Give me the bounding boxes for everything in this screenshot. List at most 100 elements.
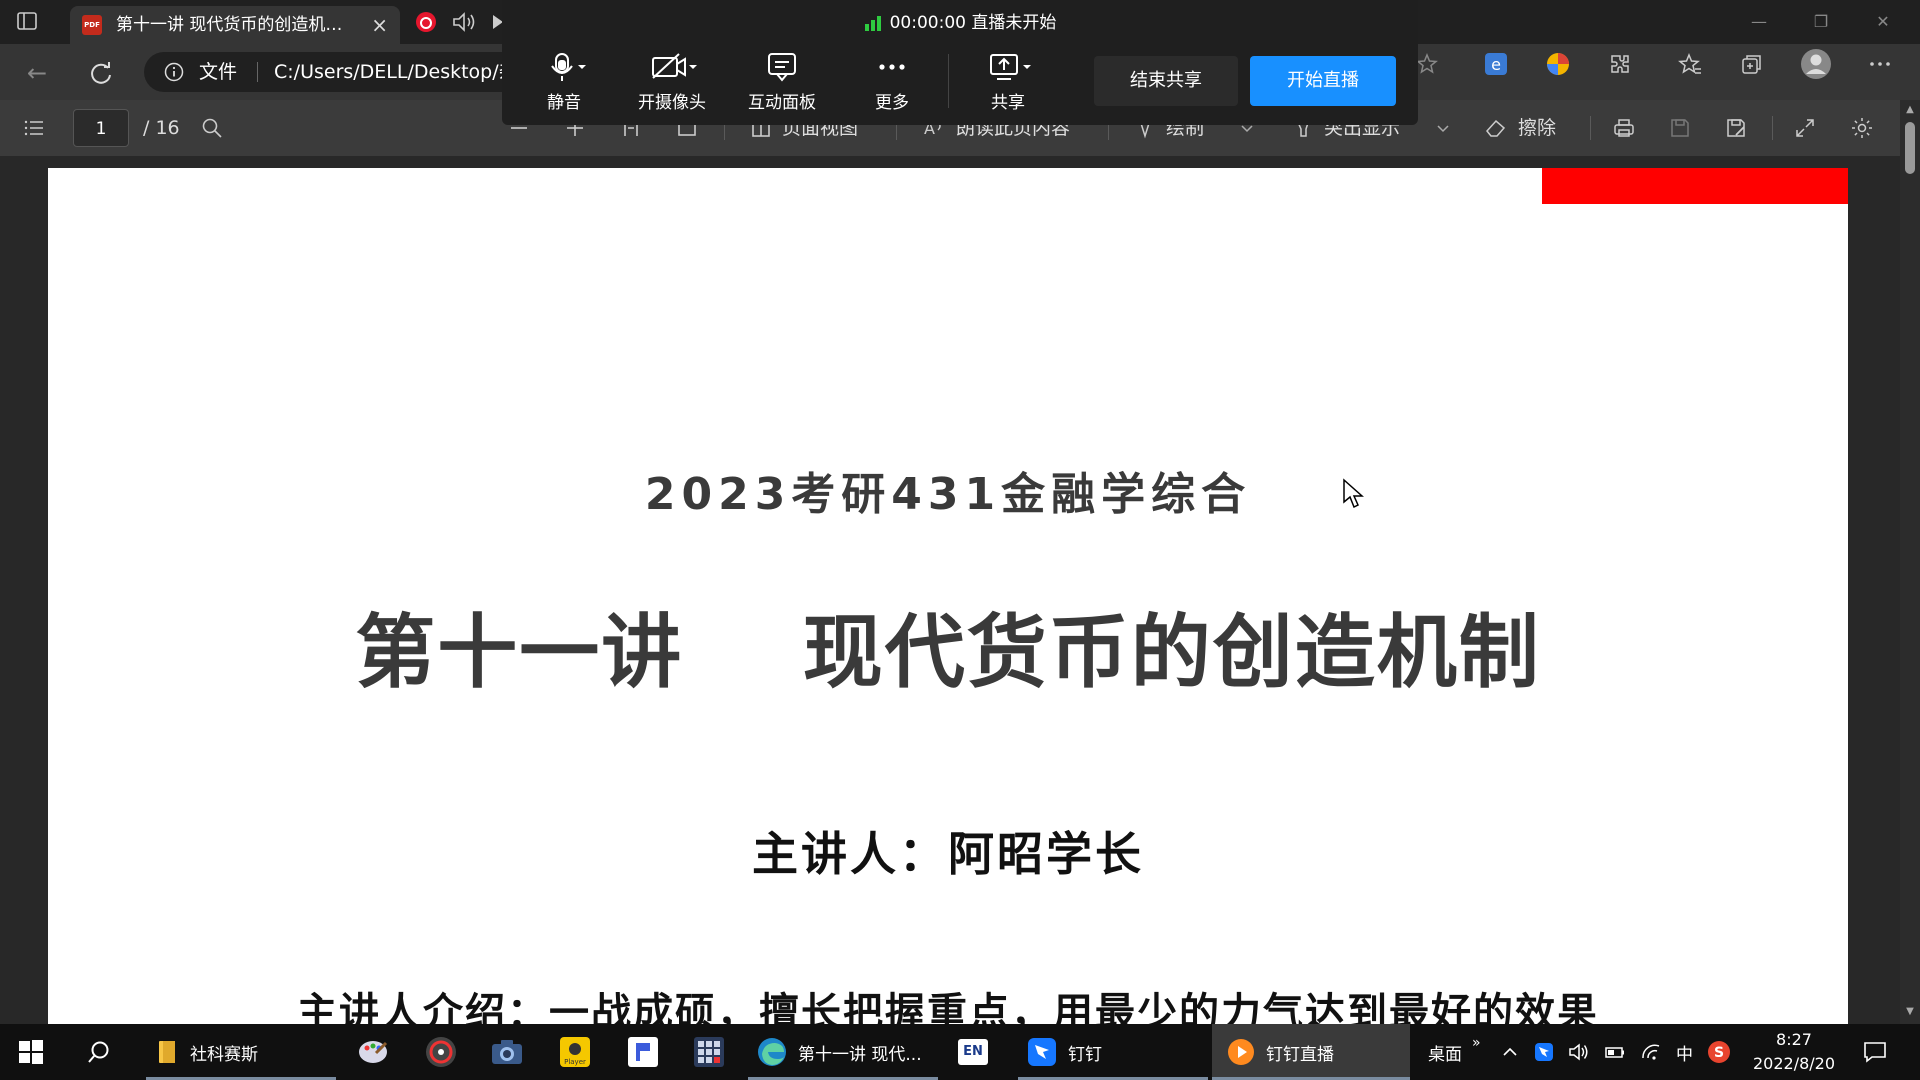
doc-subtitle: 2023考研431金融学综合 [644, 469, 1252, 520]
search-taskbar-icon[interactable] [86, 1024, 112, 1080]
scrollbar-thumb[interactable] [1905, 122, 1915, 174]
profile-avatar-icon[interactable] [1796, 44, 1836, 84]
en-badge[interactable]: EN [958, 1024, 988, 1080]
search-icon[interactable] [200, 100, 224, 156]
page-number-input[interactable]: 1 [73, 109, 129, 147]
dingtalk-label: 钉钉 [1068, 1044, 1102, 1065]
start-live-button[interactable]: 开始直播 [1250, 56, 1396, 106]
settings-gear-icon[interactable] [1850, 100, 1874, 156]
tray-dingtalk-icon[interactable] [1534, 1042, 1554, 1062]
minimize-button[interactable]: — [1728, 0, 1790, 44]
dinglive-icon [1228, 1039, 1254, 1065]
share-button[interactable]: 共享 [968, 50, 1048, 113]
favorites-icon[interactable] [1670, 44, 1710, 84]
taskbar-edge[interactable]: 第十一讲 现代... [748, 1024, 938, 1080]
svg-text:e: e [1491, 55, 1501, 74]
en-badge-text: EN [958, 1039, 988, 1065]
start-windows-icon[interactable] [18, 1024, 44, 1080]
extensions-icon[interactable] [1600, 44, 1640, 84]
dingtalk-icon [1028, 1038, 1056, 1066]
potplayer-icon[interactable]: Player [558, 1024, 592, 1080]
tray-chevron-up-icon[interactable] [1500, 1042, 1520, 1062]
edge-browser-icon [758, 1038, 786, 1066]
ime-language[interactable]: 中 [1676, 1040, 1693, 1065]
weibo-icon [416, 12, 436, 32]
toolbar-expand-icon[interactable]: » [1472, 1035, 1481, 1051]
clock[interactable]: 8:27 2022/8/20 [1744, 1028, 1844, 1076]
restore-button[interactable]: ❐ [1790, 0, 1852, 44]
screen-share-icon [990, 54, 1031, 80]
chat-panel-icon [768, 53, 796, 82]
close-tab-icon[interactable]: × [371, 6, 388, 44]
desktop-toolbar[interactable]: 桌面 » [1428, 1024, 1481, 1080]
notes-app-icon[interactable] [626, 1024, 660, 1080]
camera-label: 开摄像头 [638, 93, 706, 113]
tab-actions-icon[interactable] [16, 10, 50, 34]
vertical-scrollbar[interactable]: ▲ ▼ [1900, 100, 1920, 1024]
taskbar-folder[interactable]: 社科赛斯 [146, 1024, 336, 1080]
pdf-page: 2023考研431金融学综合 第十一讲 现代货币的创造机制 主讲人：阿昭学长 主… [48, 168, 1848, 1024]
camera-off-icon [652, 53, 697, 79]
close-window-button[interactable]: ✕ [1852, 0, 1914, 44]
tab-title: 第十一讲 现代货币的创造机制.pdf [116, 15, 351, 35]
interactive-panel-button[interactable]: 互动面板 [742, 50, 822, 113]
sogou-ime-icon[interactable]: S [1707, 1040, 1731, 1064]
second-tab[interactable] [415, 8, 505, 36]
wifi-icon[interactable] [1640, 1042, 1662, 1062]
extension-color-icon[interactable] [1538, 44, 1578, 84]
music-player-icon[interactable] [424, 1024, 458, 1080]
save-as-icon[interactable] [1724, 100, 1748, 156]
eraser-icon [1486, 119, 1506, 137]
windows-taskbar: 社科赛斯 Player 第十一讲 现代... EN 钉钉 钉钉直播 桌面 » 中… [0, 1024, 1920, 1080]
fullscreen-icon[interactable] [1794, 100, 1816, 156]
svg-text:S: S [1714, 1045, 1724, 1061]
ie-mode-icon[interactable]: e [1476, 44, 1516, 84]
collections-icon[interactable] [1732, 44, 1772, 84]
more-button[interactable]: 更多 [852, 50, 932, 113]
highlight-options-chevron-down-icon[interactable] [1436, 100, 1450, 156]
back-icon[interactable]: ← [22, 58, 52, 88]
mute-button[interactable]: 静音 [524, 50, 604, 113]
speaker-icon[interactable] [451, 11, 477, 33]
scroll-up-icon[interactable]: ▲ [1904, 104, 1916, 116]
volume-icon[interactable] [1568, 1042, 1590, 1062]
page-total: / 16 [143, 117, 180, 139]
more-dots-icon [879, 64, 905, 70]
svg-text:Player: Player [564, 1058, 586, 1066]
erase-button[interactable]: 擦除 [1484, 100, 1556, 156]
taskbar-dinglive[interactable]: 钉钉直播 [1212, 1024, 1410, 1080]
info-icon[interactable] [164, 62, 184, 82]
divider [1590, 116, 1591, 140]
save-icon[interactable] [1668, 100, 1692, 156]
tab-pdf[interactable]: PDF 第十一讲 现代货币的创造机制.pdf × [70, 6, 400, 44]
notification-center-icon[interactable] [1862, 1024, 1888, 1080]
doc-intro: 主讲人介绍：一战成硕，擅长把握重点，用最少的力气达到最好的效果 [297, 990, 1599, 1024]
microphone-icon [551, 53, 586, 81]
file-label: 文件 [199, 61, 238, 83]
contents-icon[interactable] [22, 100, 46, 156]
clock-time: 8:27 [1776, 1030, 1812, 1049]
taskbar-dingtalk[interactable]: 钉钉 [1018, 1024, 1208, 1080]
signal-icon [864, 16, 881, 31]
mouse-cursor-icon [1343, 478, 1364, 509]
refresh-icon[interactable] [86, 58, 116, 88]
more-menu-icon[interactable] [1860, 44, 1900, 84]
calculator-grid-icon[interactable] [692, 1024, 726, 1080]
camera-app-icon[interactable] [490, 1024, 524, 1080]
divider [1772, 116, 1773, 140]
camera-button[interactable]: 开摄像头 [632, 50, 712, 113]
red-banner [1542, 168, 1848, 204]
paint-app-icon[interactable] [356, 1024, 390, 1080]
mute-label: 静音 [547, 93, 581, 113]
doc-title: 第十一讲 现代货币的创造机制 [355, 606, 1541, 699]
end-share-button[interactable]: 结束共享 [1094, 56, 1238, 106]
panel-label: 互动面板 [748, 93, 816, 113]
print-icon[interactable] [1612, 100, 1636, 156]
url-text: C:/Users/DELL/Desktop/杂 [274, 61, 518, 83]
erase-label: 擦除 [1518, 117, 1557, 139]
scroll-down-icon[interactable]: ▼ [1904, 1006, 1916, 1018]
folder-icon [159, 1041, 175, 1063]
pdf-viewport[interactable]: 2023考研431金融学综合 第十一讲 现代货币的创造机制 主讲人：阿昭学长 主… [0, 156, 1900, 1024]
battery-icon[interactable] [1604, 1042, 1626, 1062]
pdf-icon: PDF [82, 15, 102, 35]
